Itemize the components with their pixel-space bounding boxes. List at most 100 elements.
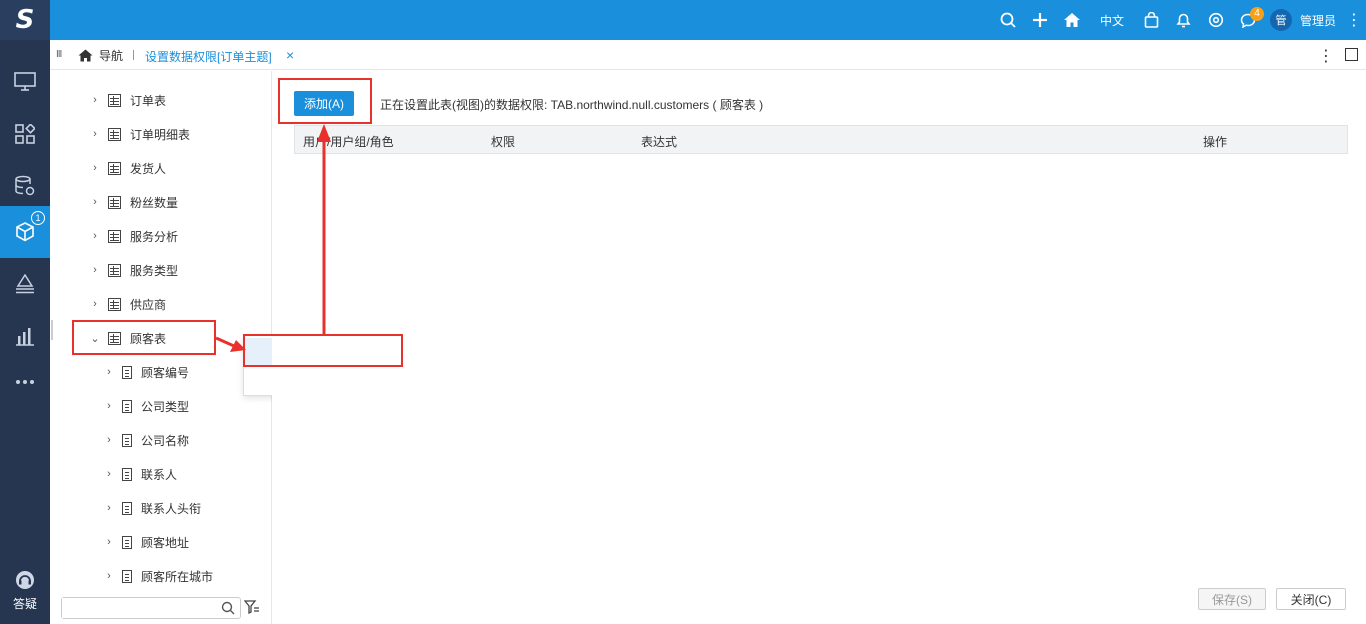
sidebar-item-resources[interactable]: 1 <box>0 206 50 258</box>
headset-icon <box>16 571 34 589</box>
field-icon <box>122 433 132 447</box>
chevron-right-icon[interactable]: › <box>102 400 116 412</box>
tree-item-label: 联系人 <box>141 467 178 482</box>
logo-icon: S <box>15 5 35 35</box>
tree-item[interactable]: › 公司类型 <box>50 389 262 423</box>
tree-item[interactable]: › 粉丝数量 <box>50 185 262 219</box>
close-button[interactable]: 关闭(C) <box>1276 588 1346 610</box>
maximize-icon[interactable] <box>1345 48 1358 61</box>
chevron-right-icon[interactable]: › <box>102 536 116 548</box>
user-name[interactable]: 管理员 <box>1292 12 1342 29</box>
help-button[interactable]: 答疑 <box>0 570 50 612</box>
bell-icon[interactable] <box>1168 0 1200 40</box>
chevron-right-icon[interactable]: › <box>102 366 116 378</box>
column-permission[interactable]: 权限 <box>491 133 515 150</box>
more-menu-icon[interactable]: ⋮ <box>1342 10 1366 30</box>
column-user[interactable]: 用户/用户组/角色 <box>303 133 394 150</box>
tree-item-label: 公司名称 <box>141 433 190 448</box>
tree-item[interactable]: › 顾客地址 <box>50 525 262 559</box>
message-icon[interactable]: 4 <box>1232 0 1264 40</box>
chevron-right-icon[interactable]: › <box>88 94 102 106</box>
tree-item[interactable]: ⌄ 顾客表 <box>50 321 262 355</box>
chevron-right-icon[interactable]: › <box>88 264 102 276</box>
chevron-down-icon[interactable]: ⌄ <box>88 332 102 345</box>
tab-data-permission[interactable]: 设置数据权限[订单主题] <box>145 48 272 65</box>
app-logo[interactable]: S <box>0 0 50 40</box>
chevron-right-icon[interactable]: › <box>102 434 116 446</box>
tree-item-label: 粉丝数量 <box>130 195 179 210</box>
search-icon[interactable] <box>221 601 235 615</box>
table-icon <box>108 127 121 141</box>
bag-icon[interactable] <box>1136 0 1168 40</box>
sidebar-item-display[interactable] <box>0 56 50 108</box>
sidebar-item-datasource[interactable] <box>0 160 50 212</box>
message-badge: 4 <box>1249 7 1264 21</box>
tab-home-label: 导航 <box>99 49 124 63</box>
sidebar-item-analysis[interactable] <box>0 258 50 310</box>
tree-item[interactable]: › 订单表 <box>50 83 262 117</box>
tree-item-label: 供应商 <box>130 297 167 312</box>
tree-item-label: 联系人头衔 <box>141 501 202 516</box>
tree-item[interactable]: › 服务分析 <box>50 219 262 253</box>
home-icon <box>78 49 93 62</box>
cube-icon <box>16 222 34 242</box>
sidebar-item-dashboard[interactable] <box>0 108 50 160</box>
tree-item[interactable]: › 联系人头衔 <box>50 491 262 525</box>
permission-panel: 添加(A) 正在设置此表(视图)的数据权限: TAB.northwind.nul… <box>272 71 1366 624</box>
settings-icon[interactable] <box>1200 0 1232 40</box>
monitor-icon <box>14 72 36 91</box>
filter-icon[interactable] <box>244 599 260 615</box>
table-icon <box>108 263 121 277</box>
task-badge: 1 <box>31 211 45 225</box>
tab-close-icon[interactable]: × <box>286 47 294 63</box>
chevron-right-icon[interactable]: › <box>88 298 102 310</box>
tab-home[interactable]: 导航 <box>78 47 123 64</box>
tree-item[interactable]: › 公司名称 <box>50 423 262 457</box>
grid-icon <box>15 124 35 144</box>
field-icon <box>122 535 132 549</box>
chevron-right-icon[interactable]: › <box>102 570 116 582</box>
tree-item[interactable]: › 顾客编号 <box>50 355 262 389</box>
tree-item-label: 顾客表 <box>130 331 167 346</box>
chevron-right-icon[interactable]: › <box>102 468 116 480</box>
tab-more-icon[interactable]: ⋮ <box>1318 46 1334 66</box>
table-icon <box>108 331 121 345</box>
tab-bar: III 导航 设置数据权限[订单主题] × ⋮ <box>50 40 1366 70</box>
collapse-menu-icon[interactable]: III <box>56 49 62 60</box>
column-expression[interactable]: 表达式 <box>641 133 677 150</box>
tree-item-label: 服务类型 <box>130 263 179 278</box>
tree-search-input[interactable] <box>62 598 217 618</box>
tree-item[interactable]: › 订单明细表 <box>50 117 262 151</box>
tree-item[interactable]: › 服务类型 <box>50 253 262 287</box>
status-text: 正在设置此表(视图)的数据权限: TAB.northwind.null.cust… <box>380 98 764 112</box>
plus-icon[interactable] <box>1024 0 1056 40</box>
tree-item-label: 订单表 <box>130 93 167 108</box>
chevron-right-icon[interactable]: › <box>102 502 116 514</box>
avatar[interactable]: 管 <box>1269 9 1292 31</box>
save-button[interactable]: 保存(S) <box>1198 588 1266 610</box>
help-label: 答疑 <box>12 597 37 611</box>
tree-search-box <box>61 597 241 619</box>
tree-item-label: 订单明细表 <box>130 127 191 142</box>
sidebar-item-more[interactable] <box>0 356 50 408</box>
tree-item-label: 顾客地址 <box>141 535 190 550</box>
tree-item[interactable]: › 顾客所在城市 <box>50 559 262 593</box>
chevron-right-icon[interactable]: › <box>88 128 102 140</box>
sidebar-item-reports[interactable] <box>0 310 50 362</box>
search-icon[interactable] <box>992 0 1024 40</box>
chevron-right-icon[interactable]: › <box>88 162 102 174</box>
column-action[interactable]: 操作 <box>1203 133 1227 150</box>
table-icon <box>108 93 121 107</box>
tree-item[interactable]: › 供应商 <box>50 287 262 321</box>
chevron-right-icon[interactable]: › <box>88 230 102 242</box>
top-toolbar: 中文 4 管 管理员 ⋮ <box>992 0 1366 40</box>
tree-item[interactable]: › 联系人 <box>50 457 262 491</box>
tree-item[interactable]: › 发货人 <box>50 151 262 185</box>
table-icon <box>108 229 121 243</box>
table-icon <box>108 297 121 311</box>
chevron-right-icon[interactable]: › <box>88 196 102 208</box>
language-switch[interactable]: 中文 <box>1088 12 1136 29</box>
tree-item-label: 公司类型 <box>141 399 190 414</box>
home-icon[interactable] <box>1056 0 1088 40</box>
add-button[interactable]: 添加(A) <box>294 91 354 116</box>
